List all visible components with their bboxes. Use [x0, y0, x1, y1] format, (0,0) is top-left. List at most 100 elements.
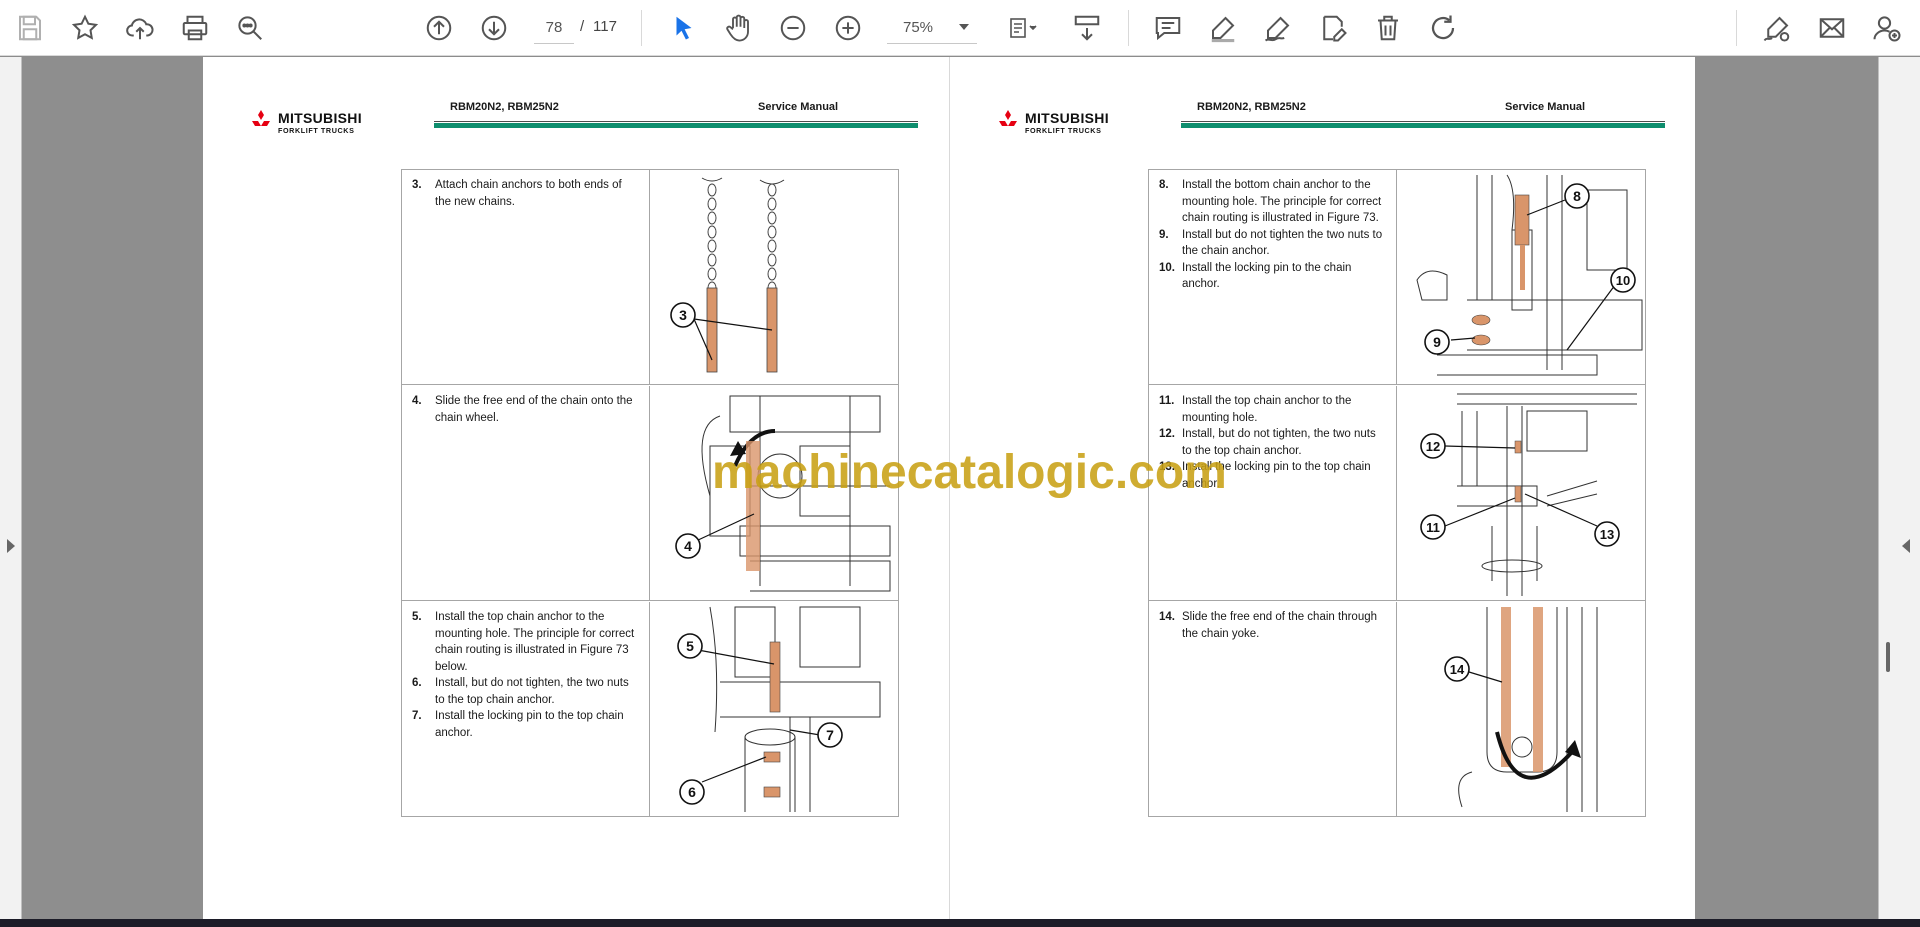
step-item: 14. Slide the free end of the chain throu… — [1159, 609, 1386, 642]
callout-label: 7 — [826, 727, 834, 743]
toolbar-divider — [641, 10, 642, 46]
highlight-pen-icon[interactable] — [1203, 8, 1243, 48]
edit-pdf-icon[interactable] — [1313, 8, 1353, 48]
right-panel-toggle[interactable] — [1878, 57, 1920, 919]
header-model: RBM20N2, RBM25N2 — [450, 101, 559, 113]
page-up-icon[interactable] — [419, 8, 459, 48]
step-text: Attach chain anchors to both ends of the… — [435, 179, 622, 208]
scrollbar-thumb[interactable] — [1886, 642, 1890, 672]
sign-icon[interactable] — [1757, 8, 1797, 48]
header-title: Service Manual — [1505, 101, 1586, 113]
logo-line2: FORKLIFT TRUCKS — [1025, 126, 1101, 135]
step-item: 9. Install but do not tighten the two nut… — [1159, 227, 1386, 260]
header-rule — [1181, 123, 1665, 128]
step-text: Install the locking pin to the chain anc… — [1182, 261, 1352, 291]
email-icon[interactable] — [1812, 8, 1852, 48]
zoom-out-icon[interactable] — [773, 8, 813, 48]
step-number: 5. — [412, 611, 422, 623]
step-number: 3. — [412, 179, 422, 191]
figure-cell: 12 11 13 — [1397, 386, 1645, 600]
left-panel-toggle[interactable] — [0, 57, 22, 919]
upload-cloud-icon[interactable] — [120, 8, 160, 48]
table-row: 3. Attach chain anchors to both ends of t… — [402, 170, 898, 385]
table-row: 8. Install the bottom chain anchor to the… — [1149, 170, 1645, 385]
bottom-anchor-figure: 8 10 9 — [1416, 174, 1643, 376]
figure-cell: 3 — [650, 170, 898, 384]
delete-icon[interactable] — [1368, 8, 1408, 48]
step-cell: 5. Install the top chain anchor to the mo… — [402, 602, 650, 817]
step-text: Slide the free end of the chain through … — [1182, 611, 1378, 640]
step-number: 8. — [1159, 179, 1169, 191]
chain-yoke-figure: 14 — [1444, 607, 1598, 812]
page-total: 117 — [593, 18, 617, 35]
expand-right-icon[interactable] — [1902, 539, 1910, 553]
step-number: 7. — [412, 710, 422, 722]
zoom-search-icon[interactable] — [230, 8, 270, 48]
chevron-down-icon — [959, 24, 969, 30]
logo-line1: MITSUBISHI — [1025, 110, 1109, 126]
select-cursor-icon[interactable] — [664, 8, 704, 48]
hand-pan-icon[interactable] — [718, 8, 758, 48]
callout-label: 4 — [684, 538, 692, 554]
callout-label: 14 — [1450, 662, 1465, 677]
callout-label: 8 — [1573, 188, 1581, 204]
save-icon[interactable] — [10, 8, 50, 48]
step-text: Install the bottom chain anchor to the m… — [1182, 179, 1382, 224]
step-number: 10. — [1159, 261, 1175, 274]
add-user-icon[interactable] — [1867, 8, 1907, 48]
toolbar-divider — [1736, 10, 1737, 46]
step-text: Install the locking pin to the top chain… — [435, 710, 624, 739]
step-item: 4. Slide the free end of the chain onto t… — [412, 393, 639, 426]
callout-label: 11 — [1426, 520, 1440, 535]
bookmark-star-icon[interactable] — [65, 8, 105, 48]
logo-line1: MITSUBISHI — [278, 110, 362, 126]
expand-left-icon[interactable] — [7, 539, 15, 553]
callout-label: 12 — [1426, 439, 1440, 454]
step-text: Install but do not tighten the two nuts … — [1182, 228, 1383, 258]
mitsubishi-logo: MITSUBISHI FORKLIFT TRUCKS — [252, 110, 362, 135]
step-item: 5. Install the top chain anchor to the mo… — [412, 609, 639, 675]
step-item: 7. Install the locking pin to the top cha… — [412, 708, 639, 741]
zoom-in-icon[interactable] — [828, 8, 868, 48]
step-cell: 14. Slide the free end of the chain throu… — [1149, 602, 1397, 817]
step-number: 4. — [412, 395, 422, 407]
watermark-text: machinecatalogic.com — [712, 446, 1227, 499]
step-number: 6. — [412, 677, 422, 689]
step-text: Install the top chain anchor to the moun… — [1182, 395, 1352, 424]
page-fit-icon[interactable] — [998, 8, 1048, 48]
mitsubishi-logo: MITSUBISHI FORKLIFT TRUCKS — [999, 110, 1109, 135]
scroll-mode-icon[interactable] — [1067, 8, 1107, 48]
step-item: 10. Install the locking pin to the chain … — [1159, 260, 1386, 293]
callout-label: 13 — [1600, 527, 1614, 542]
page-number-input[interactable] — [534, 12, 574, 44]
print-icon[interactable] — [175, 8, 215, 48]
step-item: 6. Install, but do not tighten, the two n… — [412, 675, 639, 708]
header-rule — [434, 123, 918, 128]
page-down-icon[interactable] — [474, 8, 514, 48]
table-row: 5. Install the top chain anchor to the mo… — [402, 602, 898, 817]
taskbar-strip — [0, 919, 1920, 927]
top-anchor-figure: 5 7 6 — [677, 606, 881, 812]
step-item: 8. Install the bottom chain anchor to the… — [1159, 177, 1386, 227]
header-model: RBM20N2, RBM25N2 — [1197, 101, 1306, 113]
chain-anchor-figure: 3 — [670, 177, 785, 373]
draw-icon[interactable] — [1258, 8, 1298, 48]
rotate-icon[interactable] — [1423, 8, 1463, 48]
step-number: 9. — [1159, 228, 1169, 241]
logo-line2: FORKLIFT TRUCKS — [278, 126, 354, 135]
step-number: 11. — [1159, 395, 1175, 407]
step-cell: 8. Install the bottom chain anchor to the… — [1149, 170, 1397, 384]
callout-label: 6 — [688, 784, 696, 800]
toolbar: / 117 75% — [0, 0, 1920, 56]
zoom-select[interactable]: 75% — [887, 12, 977, 44]
top-chain-anchor-figure: 12 11 13 — [1420, 393, 1637, 596]
callout-label: 5 — [686, 638, 694, 654]
callout-label: 9 — [1433, 334, 1441, 350]
callout-label: 10 — [1616, 273, 1630, 288]
figure-cell: 5 7 6 — [650, 602, 898, 817]
step-text: Install the top chain anchor to the moun… — [435, 611, 635, 673]
comment-icon[interactable] — [1148, 8, 1188, 48]
header-rule-thin — [434, 121, 918, 122]
figure-cell: 8 10 9 — [1397, 170, 1645, 384]
step-item: 3. Attach chain anchors to both ends of t… — [412, 177, 639, 210]
